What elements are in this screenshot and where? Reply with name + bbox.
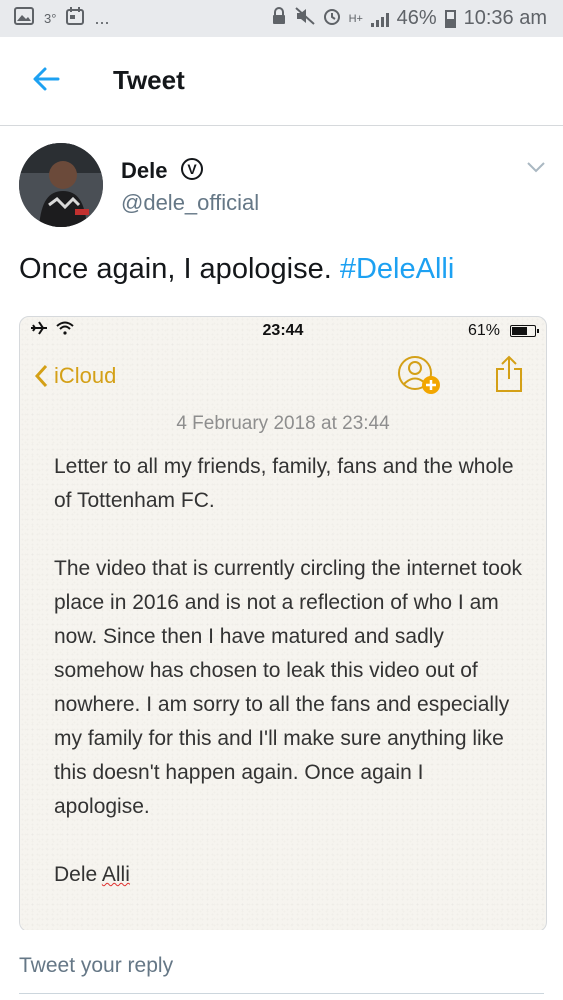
status-time: 10:36 am: [463, 7, 547, 29]
signature-first: Dele: [54, 863, 102, 886]
ios-battery-icon: [510, 325, 539, 337]
tweet-media-image[interactable]: 23:44 61% iCloud 4 February 2018 at 23:4…: [19, 316, 547, 932]
temperature-indicator: 3°: [44, 11, 57, 26]
chevron-down-icon[interactable]: [526, 160, 546, 174]
verified-badge-icon: V: [181, 158, 203, 180]
note-paragraph: The video that is currently circling the…: [54, 557, 523, 818]
avatar[interactable]: [19, 143, 103, 227]
gallery-icon: [14, 7, 34, 30]
battery-percent: 46%: [396, 7, 437, 29]
hashtag-link[interactable]: #DeleAlli: [340, 253, 454, 285]
note-body: Letter to all my friends, family, fans a…: [54, 450, 524, 892]
share-icon: [496, 355, 522, 392]
mute-icon: [294, 6, 315, 31]
author-handle[interactable]: @dele_official: [121, 190, 259, 216]
page-title: Tweet: [113, 65, 185, 95]
note-paragraph: Letter to all my friends, family, fans a…: [54, 455, 514, 512]
tweet-body: Once again, I apologise.: [19, 253, 340, 285]
more-notifications: ...: [94, 8, 110, 28]
status-bar: 3° ... H+ 46% 10:36 am: [0, 0, 563, 37]
add-people-icon: [398, 356, 440, 394]
alarm-icon: [323, 7, 341, 31]
calendar-icon: [66, 7, 85, 30]
reply-bar: Tweet your reply: [0, 930, 563, 1000]
back-arrow-icon[interactable]: [30, 63, 62, 95]
chevron-left-icon: [34, 364, 48, 388]
author-name[interactable]: Dele: [121, 158, 167, 184]
icloud-back-label: iCloud: [54, 363, 117, 388]
signal-icon: [370, 11, 389, 27]
network-type: H+: [348, 12, 363, 25]
ios-status-bar: 23:44 61%: [20, 317, 546, 347]
battery-icon: [444, 9, 456, 28]
note-signature: Dele Alli: [54, 858, 524, 892]
reply-input[interactable]: Tweet your reply: [19, 954, 173, 978]
icloud-back-button: iCloud: [34, 363, 116, 389]
lock-icon: [271, 6, 287, 31]
reply-underline: [19, 993, 544, 994]
tweet-text: Once again, I apologise. #DeleAlli: [19, 253, 454, 286]
note-date: 4 February 2018 at 23:44: [176, 413, 390, 434]
tweet-header: Tweet: [0, 37, 563, 126]
ios-battery-percent: 61%: [467, 322, 500, 339]
signature-last: Alli: [101, 863, 130, 886]
